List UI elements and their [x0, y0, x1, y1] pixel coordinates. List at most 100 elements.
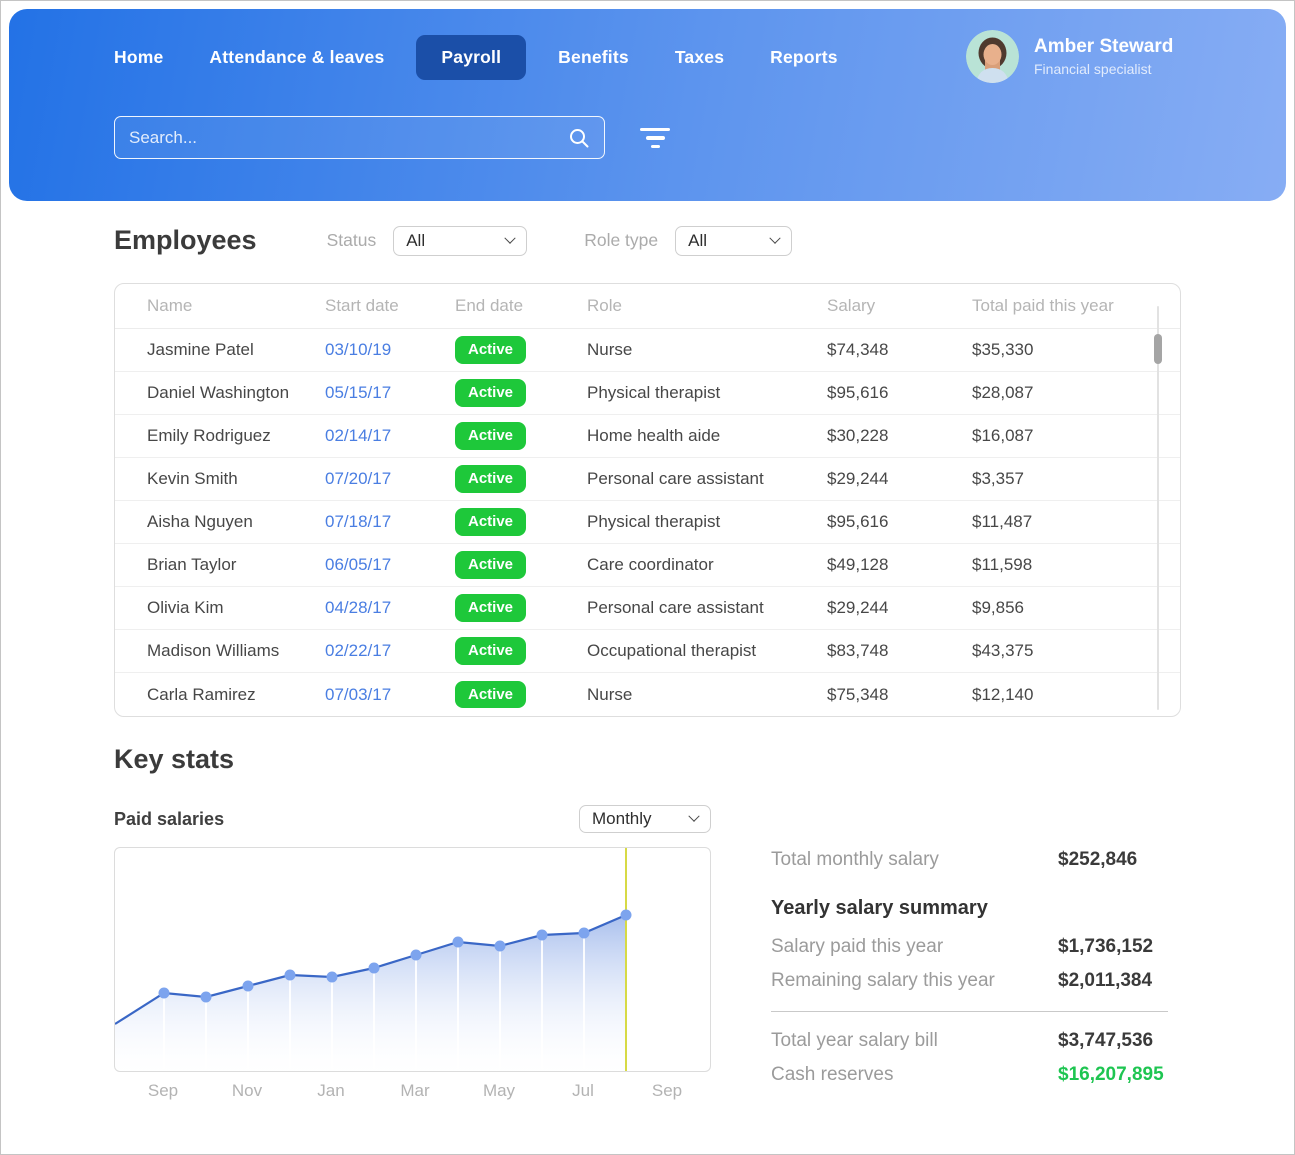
start-date-link[interactable]: 07/18/17	[325, 512, 455, 532]
start-date-link[interactable]: 07/03/17	[325, 685, 455, 705]
start-date-link[interactable]: 04/28/17	[325, 598, 455, 618]
employee-total-paid: $35,330	[972, 340, 1140, 360]
employee-total-paid: $11,487	[972, 512, 1140, 532]
paid-salaries-label: Paid salaries	[114, 809, 224, 830]
table-row[interactable]: Madison Williams02/22/17ActiveOccupation…	[115, 630, 1180, 673]
stat-remaining: Remaining salary this year $2,011,384	[771, 970, 1168, 992]
table-row[interactable]: Daniel Washington05/15/17ActivePhysical …	[115, 372, 1180, 415]
status-badge: Active	[455, 508, 526, 535]
employee-salary: $95,616	[827, 383, 972, 403]
employee-total-paid: $11,598	[972, 555, 1140, 575]
stat-value: $3,747,536	[1058, 1030, 1153, 1052]
status-cell: Active	[455, 336, 587, 363]
start-date-link[interactable]: 06/05/17	[325, 555, 455, 575]
x-axis-label: Nov	[232, 1081, 262, 1101]
role-type-filter: Role type All	[584, 226, 792, 256]
table-row[interactable]: Brian Taylor06/05/17Active Care coordinat…	[115, 544, 1180, 587]
col-header-role: Role	[587, 296, 827, 316]
search-icon[interactable]	[568, 127, 590, 149]
employee-name: Madison Williams	[147, 641, 325, 661]
employee-role: Home health aide	[587, 426, 827, 446]
status-badge: Active	[455, 681, 526, 708]
stat-label: Cash reserves	[771, 1064, 1058, 1086]
search-box	[114, 116, 605, 159]
employees-header: Employees Status All Role type All	[114, 225, 1181, 256]
stat-salary-paid: Salary paid this year $1,736,152	[771, 936, 1168, 958]
scrollbar-track[interactable]	[1157, 306, 1159, 710]
status-cell: Active	[455, 379, 587, 406]
employee-salary: $83,748	[827, 641, 972, 661]
chevron-down-icon	[688, 811, 699, 822]
status-badge: Active	[455, 379, 526, 406]
status-cell: Active	[455, 508, 587, 535]
col-header-total-paid: Total paid this year	[972, 296, 1140, 316]
employee-salary: $29,244	[827, 469, 972, 489]
start-date-link[interactable]: 05/15/17	[325, 383, 455, 403]
period-select[interactable]: Monthly	[579, 805, 711, 833]
employee-role: Personal care assistant	[587, 469, 827, 489]
x-axis-label: Jul	[572, 1081, 594, 1101]
employee-role: Physical therapist	[587, 383, 827, 403]
nav-benefits[interactable]: Benefits	[558, 47, 629, 68]
x-axis-label: Sep	[652, 1081, 682, 1101]
employee-salary: $95,616	[827, 512, 972, 532]
search-input[interactable]	[129, 128, 568, 148]
x-axis-label: May	[483, 1081, 515, 1101]
user-name: Amber Steward	[1034, 36, 1173, 58]
table-header-row: Name Start date End date Role Salary Tot…	[115, 284, 1180, 329]
employees-table: Name Start date End date Role Salary Tot…	[114, 283, 1181, 717]
status-filter-select[interactable]: All	[393, 226, 527, 256]
table-row[interactable]: Aisha Nguyen07/18/17ActivePhysical thera…	[115, 501, 1180, 544]
nav-taxes[interactable]: Taxes	[675, 47, 724, 68]
employee-role: Care coordinator	[587, 555, 827, 575]
table-row[interactable]: Olivia Kim04/28/17Active Personal care as…	[115, 587, 1180, 630]
nav-home[interactable]: Home	[114, 47, 163, 68]
status-filter: Status All	[327, 226, 528, 256]
status-badge: Active	[455, 594, 526, 621]
chart-column: SepNovJanMarMayJulSep	[114, 847, 711, 1105]
status-cell: Active	[455, 551, 587, 578]
employee-total-paid: $3,357	[972, 469, 1140, 489]
employee-role: Nurse	[587, 340, 827, 360]
status-badge: Active	[455, 465, 526, 492]
employee-name: Olivia Kim	[147, 598, 325, 618]
start-date-link[interactable]: 02/22/17	[325, 641, 455, 661]
role-type-filter-select[interactable]: All	[675, 226, 792, 256]
table-row[interactable]: Emily Rodriguez02/14/17Active Home health…	[115, 415, 1180, 458]
stat-value: $1,736,152	[1058, 936, 1153, 958]
nav-payroll[interactable]: Payroll	[416, 35, 526, 80]
employees-title: Employees	[114, 225, 257, 256]
stat-label: Remaining salary this year	[771, 970, 1058, 992]
x-axis-label: Jan	[317, 1081, 344, 1101]
employee-salary: $49,128	[827, 555, 972, 575]
employee-name: Emily Rodriguez	[147, 426, 325, 446]
table-row[interactable]: Carla Ramirez07/03/17ActiveNurse$75,348$…	[115, 673, 1180, 716]
user-profile[interactable]: Amber Steward Financial specialist	[966, 30, 1173, 83]
col-header-name: Name	[147, 296, 325, 316]
nav-reports[interactable]: Reports	[770, 47, 838, 68]
status-filter-label: Status	[327, 230, 377, 251]
col-header-end-date: End date	[455, 296, 587, 316]
employee-name: Jasmine Patel	[147, 340, 325, 360]
table-row[interactable]: Jasmine Patel03/10/19ActiveNurse$74,348$…	[115, 329, 1180, 372]
paid-salaries-chart	[114, 847, 711, 1072]
filter-icon[interactable]	[633, 120, 677, 156]
table-row[interactable]: Kevin Smith07/20/17ActivePersonal care a…	[115, 458, 1180, 501]
status-badge: Active	[455, 551, 526, 578]
employee-role: Personal care assistant	[587, 598, 827, 618]
start-date-link[interactable]: 02/14/17	[325, 426, 455, 446]
chevron-down-icon	[769, 232, 780, 243]
nav-attendance-leaves[interactable]: Attendance & leaves	[209, 47, 384, 68]
employee-name: Brian Taylor	[147, 555, 325, 575]
app-header: Home Attendance & leaves Payroll Benefit…	[9, 9, 1286, 201]
main-content: Employees Status All Role type All Name …	[114, 209, 1181, 1105]
scrollbar-thumb[interactable]	[1154, 334, 1162, 364]
status-badge: Active	[455, 336, 526, 363]
status-badge: Active	[455, 422, 526, 449]
user-avatar	[966, 30, 1019, 83]
role-type-filter-label: Role type	[584, 230, 658, 251]
start-date-link[interactable]: 03/10/19	[325, 340, 455, 360]
start-date-link[interactable]: 07/20/17	[325, 469, 455, 489]
col-header-salary: Salary	[827, 296, 972, 316]
col-header-start-date: Start date	[325, 296, 455, 316]
